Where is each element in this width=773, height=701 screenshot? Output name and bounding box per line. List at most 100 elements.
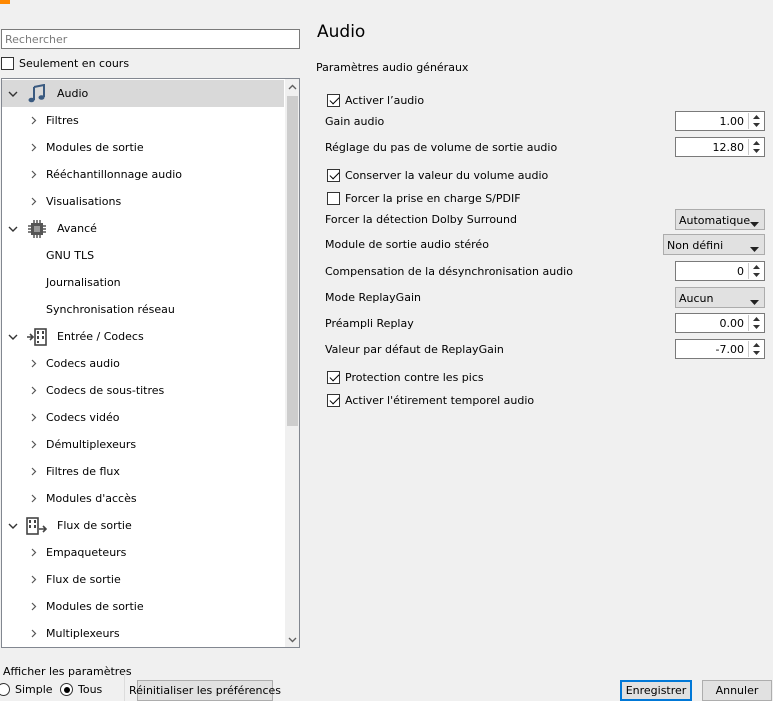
chevron-right-icon[interactable]: [29, 197, 39, 207]
setting-activer-l-etirement-temporel-audio[interactable]: Activer l'étirement temporel audio: [327, 389, 767, 411]
dropdown-select[interactable]: Automatique: [675, 209, 765, 230]
chevron-down-icon[interactable]: [8, 521, 18, 531]
tree-item-modules-de-sortie[interactable]: Modules de sortie: [2, 593, 284, 620]
tree-item-filtres[interactable]: Filtres: [2, 107, 284, 134]
group-divider: [124, 672, 125, 701]
number-spinbox[interactable]: 0.00: [675, 313, 765, 333]
spin-down-icon[interactable]: [749, 147, 763, 155]
tree-item-empaqueteurs[interactable]: Empaqueteurs: [2, 539, 284, 566]
setting-label: Gain audio: [325, 115, 385, 128]
spinbox-value[interactable]: 12.80: [678, 141, 745, 154]
setting-label: Protection contre les pics: [345, 370, 484, 384]
preferences-tree[interactable]: Audio Filtres Modules de sortie Rééchantill…: [1, 78, 300, 648]
chevron-right-icon[interactable]: [29, 548, 39, 558]
setting-checkbox[interactable]: [327, 191, 340, 205]
tree-item-label: Audio: [57, 87, 89, 100]
spinbox-value[interactable]: 0: [678, 265, 744, 278]
tree-item-label: Modules d'accès: [46, 492, 137, 505]
tree-item-modules-d-acces[interactable]: Modules d'accès: [2, 485, 284, 512]
spinbox-value[interactable]: -7.00: [678, 343, 744, 356]
spinbox-value[interactable]: 1.00: [678, 115, 745, 128]
radio-simple[interactable]: Simple: [0, 683, 53, 696]
tree-item-codecs-de-sous-titres[interactable]: Codecs de sous-titres: [2, 377, 284, 404]
spin-down-icon[interactable]: [749, 121, 763, 129]
chevron-right-icon[interactable]: [29, 629, 39, 639]
setting-conserver-la-valeur-du-volume-audio[interactable]: Conserver la valeur du volume audio: [327, 164, 767, 186]
radio-all[interactable]: Tous: [60, 683, 102, 696]
chevron-right-icon[interactable]: [29, 143, 39, 153]
chevron-down-icon[interactable]: [8, 224, 18, 234]
radio-all-button[interactable]: [60, 683, 73, 696]
chevron-right-icon[interactable]: [29, 116, 39, 126]
only-current-checkbox-box[interactable]: [1, 57, 14, 70]
setting-activer-l-audio[interactable]: Activer l’audio: [327, 89, 767, 111]
dropdown-select[interactable]: Aucun: [675, 287, 765, 308]
spin-up-icon[interactable]: [749, 113, 763, 121]
chevron-right-icon[interactable]: [29, 467, 39, 477]
chevron-down-icon[interactable]: [8, 332, 18, 342]
only-current-checkbox[interactable]: Seulement en cours: [1, 57, 129, 70]
reset-preferences-button[interactable]: Réinitialiser les préférences: [129, 680, 281, 701]
setting-checkbox[interactable]: [327, 168, 340, 182]
tree-item-audio[interactable]: Audio: [2, 80, 284, 107]
tree-item-label: Codecs vidéo: [46, 411, 120, 424]
setting-checkbox[interactable]: [327, 393, 340, 407]
spin-down-icon[interactable]: [749, 349, 763, 357]
tree-item-label: Synchronisation réseau: [46, 303, 175, 316]
radio-simple-button[interactable]: [0, 683, 10, 696]
tree-item-modules-de-sortie[interactable]: Modules de sortie: [2, 134, 284, 161]
tree-scrollbar[interactable]: [285, 79, 299, 647]
chevron-right-icon[interactable]: [29, 575, 39, 585]
save-button[interactable]: Enregistrer: [620, 680, 692, 701]
spin-down-icon[interactable]: [749, 323, 763, 331]
spin-up-icon[interactable]: [749, 315, 763, 323]
spinbox-value[interactable]: 0.00: [678, 317, 745, 330]
tree-item-visualisations[interactable]: Visualisations: [2, 188, 284, 215]
chevron-right-icon[interactable]: [29, 359, 39, 369]
tree-item-flux-de-sortie[interactable]: Flux de sortie: [2, 512, 284, 539]
dropdown-select[interactable]: Non défini: [663, 234, 765, 255]
tree-item-demultiplexeurs[interactable]: Démultiplexeurs: [2, 431, 284, 458]
number-spinbox[interactable]: 12.80: [675, 137, 765, 157]
tree-item-reechantillonnage-audio[interactable]: Rééchantillonnage audio: [2, 161, 284, 188]
chevron-down-icon[interactable]: [8, 89, 18, 99]
spin-up-icon[interactable]: [749, 263, 763, 271]
spin-up-icon[interactable]: [749, 341, 763, 349]
tree-item-codecs-video[interactable]: Codecs vidéo: [2, 404, 284, 431]
setting-label: Mode ReplayGain: [325, 291, 421, 304]
chevron-right-icon[interactable]: [29, 170, 39, 180]
setting-protection-contre-les-pics[interactable]: Protection contre les pics: [327, 366, 767, 388]
tree-item-synchronisation-reseau[interactable]: Synchronisation réseau: [2, 296, 284, 323]
tree-item-label: Journalisation: [46, 276, 121, 289]
number-spinbox[interactable]: 0: [675, 261, 765, 281]
spin-up-icon[interactable]: [749, 139, 763, 147]
setting-valeur-par-defaut-de-replaygain: Valeur par défaut de ReplayGain -7.00: [325, 339, 765, 361]
tree-item-gnu-tls[interactable]: GNU TLS: [2, 242, 284, 269]
scroll-down-icon[interactable]: [285, 632, 299, 647]
cancel-button[interactable]: Annuler: [702, 680, 772, 701]
setting-checkbox[interactable]: [327, 370, 340, 384]
tree-item-avance[interactable]: Avancé: [2, 215, 284, 242]
show-settings-label: Afficher les paramètres: [3, 665, 132, 678]
setting-forcer-la-prise-en-charge-s-pdif[interactable]: Forcer la prise en charge S/PDIF: [327, 187, 767, 209]
spin-down-icon[interactable]: [749, 271, 763, 279]
tree-item-entree-codecs[interactable]: Entrée / Codecs: [2, 323, 284, 350]
chevron-right-icon[interactable]: [29, 440, 39, 450]
scroll-up-icon[interactable]: [285, 79, 299, 94]
chevron-right-icon[interactable]: [29, 386, 39, 396]
tree-item-journalisation[interactable]: Journalisation: [2, 269, 284, 296]
number-spinbox[interactable]: -7.00: [675, 339, 765, 359]
scrollbar-thumb[interactable]: [287, 96, 298, 426]
tree-item-label: Entrée / Codecs: [57, 330, 144, 343]
search-input[interactable]: [1, 29, 300, 49]
setting-checkbox[interactable]: [327, 93, 340, 107]
number-spinbox[interactable]: 1.00: [675, 111, 765, 131]
chevron-right-icon[interactable]: [29, 602, 39, 612]
tree-item-filtres-de-flux[interactable]: Filtres de flux: [2, 458, 284, 485]
chevron-right-icon[interactable]: [29, 494, 39, 504]
tree-item-codecs-audio[interactable]: Codecs audio: [2, 350, 284, 377]
tree-item-flux-de-sortie[interactable]: Flux de sortie: [2, 566, 284, 593]
chevron-right-icon[interactable]: [29, 413, 39, 423]
tree-item-multiplexeurs[interactable]: Multiplexeurs: [2, 620, 284, 647]
dropdown-value: Aucun: [679, 292, 714, 305]
